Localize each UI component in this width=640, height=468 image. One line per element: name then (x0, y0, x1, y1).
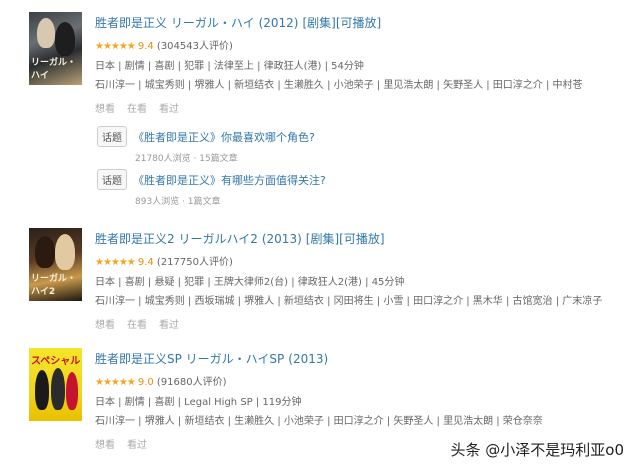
vote-count: (217750人评价) (156, 257, 233, 268)
tag-series[interactable]: [剧集] (302, 16, 335, 30)
poster-image[interactable]: スペシャル (29, 348, 82, 421)
topic-link[interactable]: 《胜者即是正义》你最喜欢哪个角色? (133, 131, 315, 144)
want-button[interactable]: 想看 (95, 320, 115, 331)
topic-stat: 893人浏览 · 1篇文章 (135, 197, 221, 207)
poster-title: リーガル・ハイ (31, 58, 77, 81)
watched-button[interactable]: 看过 (127, 440, 147, 451)
action-bar: 想看 在看 看过 (95, 100, 630, 115)
want-button[interactable]: 想看 (95, 104, 115, 115)
info-line: 日本 | 喜剧 | 悬疑 | 犯罪 | 王牌大律师2(台) | 律政狂人2(港)… (95, 277, 405, 288)
year: (2013) (288, 352, 329, 366)
info-line: 日本 | 剧情 | 喜剧 | Legal High SP | 119分钟 (95, 397, 302, 408)
topic-stat: 21780人浏览 · 15篇文章 (135, 154, 238, 164)
star-rating-icon: ★★★★★ (95, 41, 136, 52)
topic-2: 话题 《胜者即是正义》有哪些方面值得关注? 893人浏览 · 1篇文章 (97, 169, 326, 207)
tag-series[interactable]: [剧集] (306, 232, 339, 246)
topic-1: 话题 《胜者即是正义》你最喜欢哪个角色? 21780人浏览 · 15篇文章 (97, 126, 315, 164)
poster-image[interactable]: リーガル・ハイ (29, 12, 82, 85)
topic-badge: 话题 (97, 126, 127, 147)
rating-line: ★★★★★ 9.0 (91680人评价) (95, 373, 630, 388)
topic-link[interactable]: 《胜者即是正义》有哪些方面值得关注? (133, 174, 326, 187)
tag-playable[interactable]: [可播放] (339, 232, 384, 246)
cast-line: 石川淳一 | 城宝秀则 | 西坂瑞城 | 堺雅人 | 新垣结衣 | 冈田将生 |… (95, 296, 603, 307)
watched-button[interactable]: 看过 (159, 320, 179, 331)
rating-line: ★★★★★ 9.4 (304543人评价) (95, 37, 630, 52)
tag-playable[interactable]: [可播放] (336, 16, 381, 30)
year: (2012) (258, 16, 299, 30)
score: 9.4 (137, 257, 154, 268)
cast-line: 石川淳一 | 城宝秀则 | 堺雅人 | 新垣结衣 | 生濑胜久 | 小池荣子 |… (95, 80, 583, 91)
year: (2013) (261, 232, 302, 246)
star-rating-icon: ★★★★★ (95, 257, 136, 268)
topic-badge: 话题 (97, 169, 127, 190)
cast-line: 石川淳一 | 堺雅人 | 新垣结衣 | 生濑胜久 | 小池荣子 | 田口淳之介 … (95, 416, 543, 427)
title-link[interactable]: 胜者即是正义 リーガル・ハイ (95, 16, 255, 30)
poster-title: リーガル・ハイ2 (31, 274, 77, 297)
watching-button[interactable]: 在看 (127, 104, 147, 115)
action-bar: 想看 在看 看过 (95, 316, 630, 331)
info-line: 日本 | 剧情 | 喜剧 | 犯罪 | 法律至上 | 律政狂人(港) | 54分… (95, 61, 364, 72)
vote-count: (304543人评价) (156, 41, 233, 52)
score: 9.4 (137, 41, 154, 52)
score: 9.0 (137, 377, 154, 388)
title-line: 胜者即是正义SP リーガル・ハイSP (2013) (95, 350, 630, 367)
watched-button[interactable]: 看过 (159, 104, 179, 115)
title-link[interactable]: 胜者即是正义SP リーガル・ハイSP (95, 352, 284, 366)
watching-button[interactable]: 在看 (127, 320, 147, 331)
rating-line: ★★★★★ 9.4 (217750人评价) (95, 253, 630, 268)
poster-title: スペシャル (31, 356, 81, 367)
title-link[interactable]: 胜者即是正义2 リーガルハイ2 (95, 232, 258, 246)
title-line: 胜者即是正义2 リーガルハイ2 (2013) [剧集][可播放] (95, 230, 630, 247)
watermark: 头条 @小泽不是玛利亚o0 (450, 441, 625, 459)
vote-count: (91680人评价) (156, 377, 227, 388)
title-line: 胜者即是正义 リーガル・ハイ (2012) [剧集][可播放] (95, 14, 630, 31)
star-rating-icon: ★★★★★ (95, 377, 136, 388)
want-button[interactable]: 想看 (95, 440, 115, 451)
poster-image[interactable]: リーガル・ハイ2 (29, 228, 82, 301)
